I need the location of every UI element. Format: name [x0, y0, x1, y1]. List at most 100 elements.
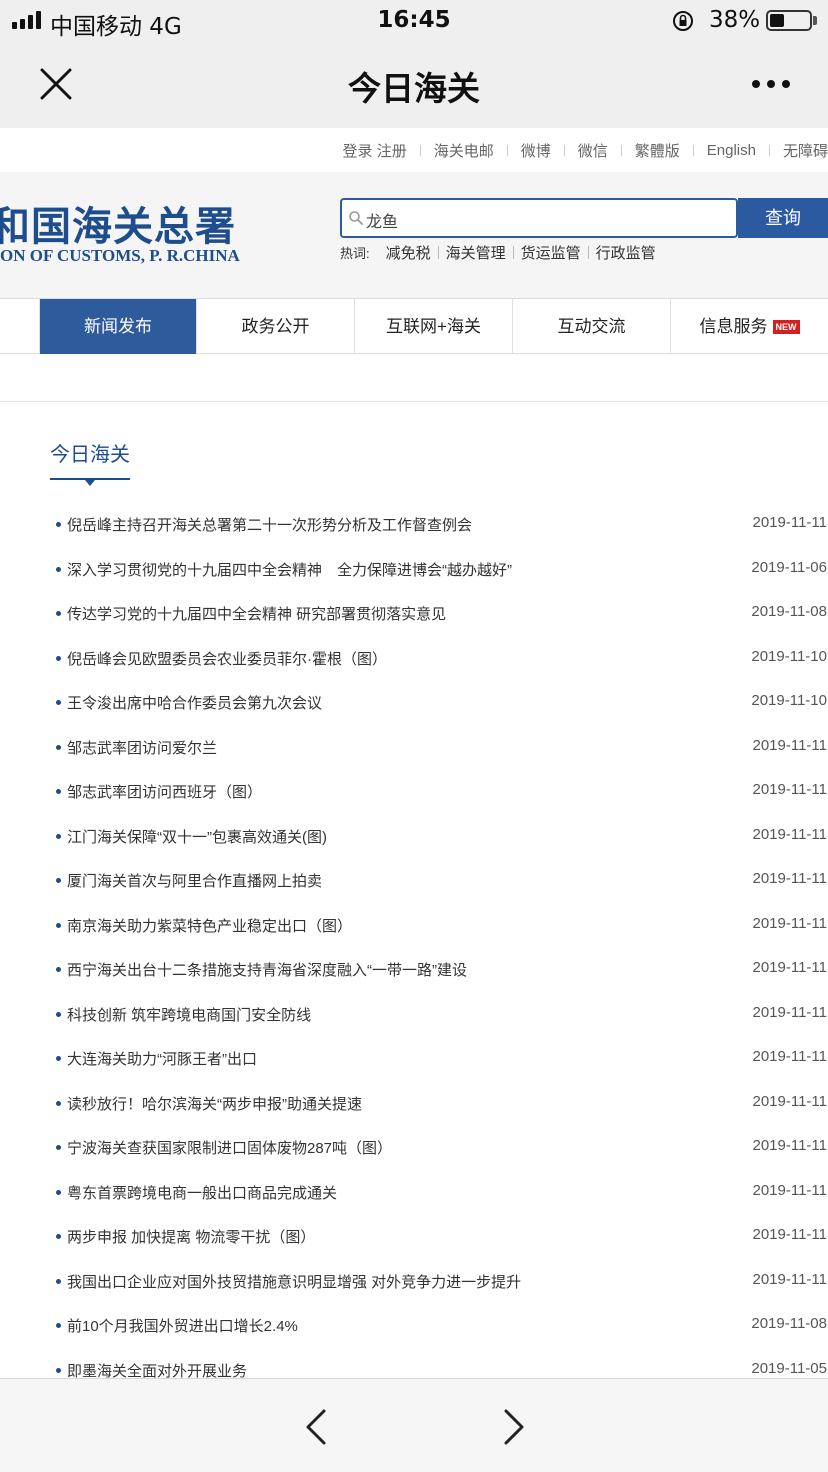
hot-words-label: 热词: [340, 246, 370, 261]
news-item[interactable]: 倪岳峰会见欧盟委员会农业委员菲尔·霍根（图） 2019-11-10 [0, 636, 828, 681]
top-link[interactable]: 登录 注册 [343, 140, 407, 161]
tab-news-release[interactable]: 新闻发布 [40, 299, 197, 354]
news-item[interactable]: 江门海关保障“双十一”包裹高效通关(图) 2019-11-11 [0, 814, 828, 859]
section-divider [0, 401, 828, 402]
news-date: 2019-11-11 [752, 1270, 827, 1288]
link-separator [620, 145, 622, 156]
more-dots-icon[interactable] [752, 80, 790, 88]
tab-government-affairs[interactable]: 政务公开 [197, 299, 355, 354]
tab-internet-customs[interactable]: 互联网+海关 [355, 299, 513, 354]
hot-word-link[interactable]: 海关管理 [446, 242, 506, 263]
battery-nub [813, 16, 817, 25]
bullet-icon [56, 1323, 61, 1328]
bullet-icon [56, 1056, 61, 1061]
news-title[interactable]: 邹志武率团访问爱尔兰 [67, 737, 217, 758]
bullet-icon [56, 789, 61, 794]
bullet-icon [56, 1189, 61, 1195]
tab-interaction[interactable]: 互动交流 [513, 299, 671, 354]
logo-english[interactable]: ON OF CUSTOMS, P. R.CHINA [0, 246, 240, 266]
tab-label: 新闻发布 [84, 317, 152, 336]
news-item[interactable]: 西宁海关出台十二条措施支持青海省深度融入“一带一路”建设 2019-11-11 [0, 947, 828, 992]
chevron-right-icon[interactable] [494, 1405, 534, 1449]
news-title[interactable]: 厦门海关首次与阿里合作直播网上拍卖 [67, 870, 322, 891]
bullet-icon [56, 655, 61, 661]
news-title[interactable]: 西宁海关出台十二条措施支持青海省深度融入“一带一路”建设 [67, 959, 467, 980]
bullet-icon [56, 1011, 61, 1017]
news-title[interactable]: 我国出口企业应对国外技贸措施意识明显增强 对外竞争力进一步提升 [67, 1271, 521, 1292]
hot-words: 热词: 减免税 海关管理 货运监管 行政监管 [340, 242, 656, 263]
news-item[interactable]: 我国出口企业应对国外技贸措施意识明显增强 对外竞争力进一步提升 2019-11-1… [0, 1259, 828, 1304]
hot-word-separator [512, 246, 514, 259]
news-item[interactable]: 科技创新 筑牢跨境电商国门安全防线 2019-11-11 [0, 992, 828, 1037]
news-item[interactable]: 王令浚出席中哈合作委员会第九次会议 2019-11-10 [0, 680, 828, 725]
bullet-icon [56, 967, 61, 972]
news-date: 2019-11-11 [752, 781, 827, 798]
logo-chinese[interactable]: 和国海关总署 [0, 194, 236, 252]
news-list: 倪岳峰主持召开海关总署第二十一次形势分析及工作督查例会 2019-11-11 深入学… [0, 502, 828, 1392]
news-item[interactable]: 传达学习党的十九届四中全会精神 研究部署贯彻落实意见 2019-11-08 [0, 591, 828, 636]
news-date: 2019-11-11 [752, 825, 827, 843]
news-title[interactable]: 大连海关助力“河豚王者”出口 [67, 1048, 257, 1069]
news-title[interactable]: 前10个月我国外贸进出口增长2.4% [67, 1315, 298, 1336]
news-item[interactable]: 粤东首票跨境电商一般出口商品完成通关 2019-11-11 [0, 1170, 828, 1215]
news-title[interactable]: 宁波海关查获国家限制进口固体废物287吨（图） [67, 1137, 392, 1158]
news-item[interactable]: 前10个月我国外贸进出口增长2.4% 2019-11-08 [0, 1303, 828, 1348]
bottom-toolbar [0, 1378, 828, 1472]
site-header: 和国海关总署 ON OF CUSTOMS, P. R.CHINA 龙鱼 查询 热… [0, 172, 828, 299]
clock: 16:45 [377, 7, 451, 33]
tab-label: 互动交流 [557, 317, 626, 336]
tab-info-service[interactable]: 信息服务 NEW [671, 299, 828, 354]
link-separator [419, 145, 421, 156]
bullet-icon [56, 1367, 61, 1373]
bullet-icon [56, 744, 61, 750]
news-date: 2019-11-11 [752, 914, 827, 932]
news-title[interactable]: 倪岳峰会见欧盟委员会农业委员菲尔·霍根（图） [67, 648, 387, 669]
main-nav-tabs: 新闻发布 政务公开 互联网+海关 互动交流 信息服务 NEW [0, 299, 828, 354]
news-title[interactable]: 科技创新 筑牢跨境电商国门安全防线 [67, 1004, 311, 1025]
news-item[interactable]: 厦门海关首次与阿里合作直播网上拍卖 2019-11-11 [0, 858, 828, 903]
tab-hidden-left[interactable] [0, 299, 40, 354]
top-link[interactable]: English [707, 142, 756, 159]
news-title[interactable]: 王令浚出席中哈合作委员会第九次会议 [67, 692, 322, 713]
news-title[interactable]: 南京海关助力紫菜特色产业稳定出口（图） [67, 915, 352, 936]
hot-word-link[interactable]: 减免税 [386, 242, 431, 263]
news-title[interactable]: 倪岳峰主持召开海关总署第二十一次形势分析及工作督查例会 [67, 514, 472, 535]
caret-down-icon [85, 480, 95, 486]
news-title[interactable]: 传达学习党的十九届四中全会精神 研究部署贯彻落实意见 [67, 603, 446, 624]
search-icon [349, 211, 363, 225]
news-title[interactable]: 读秒放行！哈尔滨海关“两步申报”助通关提速 [67, 1093, 362, 1114]
news-item[interactable]: 宁波海关查获国家限制进口固体废物287吨（图） 2019-11-11 [0, 1125, 828, 1170]
news-item[interactable]: 大连海关助力“河豚王者”出口 2019-11-11 [0, 1036, 828, 1081]
news-date: 2019-11-11 [752, 1137, 827, 1154]
news-title[interactable]: 江门海关保障“双十一”包裹高效通关(图) [67, 826, 327, 847]
link-separator [506, 145, 508, 156]
top-link[interactable]: 微博 [521, 140, 551, 161]
news-date: 2019-11-11 [752, 736, 827, 754]
news-title[interactable]: 深入学习贯彻党的十九届四中全会精神 全力保障进博会“越办越好” [67, 559, 512, 580]
news-item[interactable]: 邹志武率团访问爱尔兰 2019-11-11 [0, 725, 828, 770]
news-item[interactable]: 邹志武率团访问西班牙（图） 2019-11-11 [0, 769, 828, 814]
top-link[interactable]: 海关电邮 [434, 140, 494, 161]
wechat-navbar: 今日海关 [0, 42, 828, 128]
news-item[interactable]: 倪岳峰主持召开海关总署第二十一次形势分析及工作督查例会 2019-11-11 [0, 502, 828, 547]
hot-word-link[interactable]: 货运监管 [521, 242, 581, 263]
top-link[interactable]: 微信 [578, 140, 608, 161]
news-title[interactable]: 粤东首票跨境电商一般出口商品完成通关 [67, 1182, 337, 1203]
news-title[interactable]: 两步申报 加快提离 物流零干扰（图） [67, 1226, 315, 1247]
news-item[interactable]: 两步申报 加快提离 物流零干扰（图） 2019-11-11 [0, 1214, 828, 1259]
tab-label: 互联网+海关 [386, 317, 481, 336]
news-item[interactable]: 深入学习贯彻党的十九届四中全会精神 全力保障进博会“越办越好” 2019-11-0… [0, 547, 828, 592]
search-button[interactable]: 查询 [738, 198, 828, 238]
news-item[interactable]: 读秒放行！哈尔滨海关“两步申报”助通关提速 2019-11-11 [0, 1081, 828, 1126]
hot-word-link[interactable]: 行政监管 [596, 242, 656, 263]
news-item[interactable]: 南京海关助力紫菜特色产业稳定出口（图） 2019-11-11 [0, 903, 828, 948]
status-bar: 中国移动 4G 16:45 38% [0, 0, 828, 42]
top-link[interactable]: 无障碍 [783, 140, 828, 161]
battery-icon [766, 10, 812, 31]
bullet-icon [56, 522, 61, 527]
top-link[interactable]: 繁體版 [635, 140, 680, 161]
chevron-left-icon[interactable] [296, 1405, 336, 1449]
search-input[interactable]: 龙鱼 [340, 198, 738, 238]
bullet-icon [56, 1234, 61, 1239]
news-title[interactable]: 邹志武率团访问西班牙（图） [67, 781, 262, 802]
